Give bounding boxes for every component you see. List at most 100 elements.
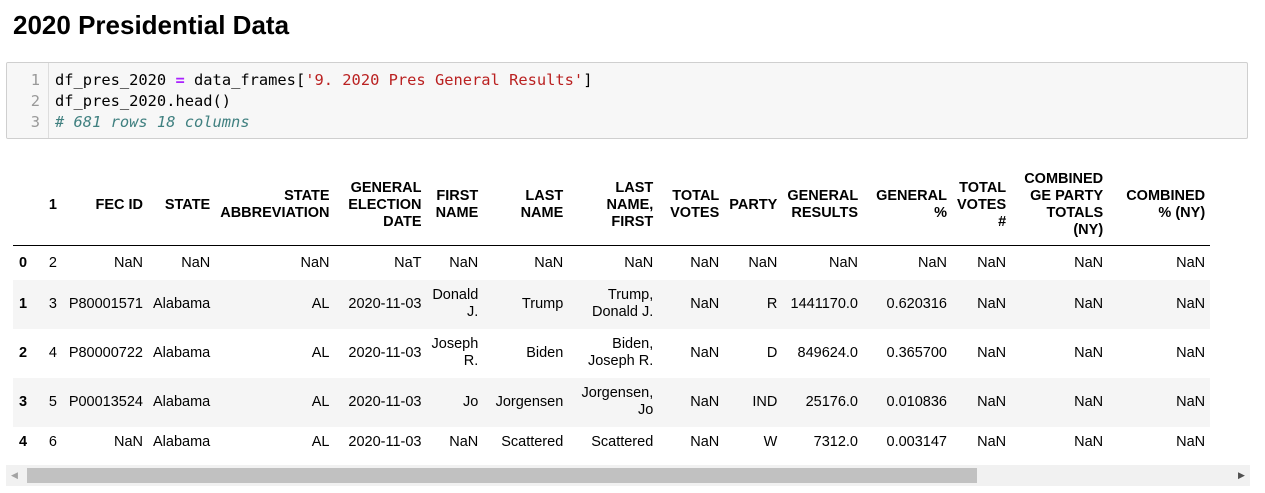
table-cell: NaN: [1074, 344, 1104, 361]
table-row: 1 3 P80001571 Alabama AL 2020-11-03 Donald J. T…: [13, 279, 1211, 329]
dataframe-table: 1 FEC ID STATE STATE ABBREVIATION GENERAL EL…: [13, 165, 1211, 459]
table-cell: Jorgensen, Jo: [581, 385, 654, 418]
table-cell: AL: [311, 434, 330, 450]
table-cell: Alabama: [153, 344, 211, 361]
notebook-heading: 2020 Presidential Data: [13, 10, 290, 40]
table-cell: R: [766, 295, 778, 312]
horizontal-scrollbar[interactable]: ◀ ▶: [6, 465, 1250, 486]
table-cell: NaN: [181, 255, 211, 272]
table-cell: 2020-11-03: [348, 295, 422, 312]
table-cell: P80001571: [68, 295, 143, 312]
table-cell: 7312.0: [813, 434, 858, 450]
column-header: TOTAL VOTES: [658, 165, 725, 246]
row-index: 1: [19, 295, 28, 312]
table-cell: AL: [311, 295, 330, 312]
table-cell: NaN: [690, 344, 720, 361]
code-token: ]: [583, 71, 593, 89]
column-header: STATE ABBREVIATION: [215, 165, 335, 246]
table-cell: NaN: [449, 255, 479, 272]
table-cell: Donald J.: [432, 287, 479, 320]
table-cell: Biden: [526, 344, 564, 361]
table-cell: NaT: [394, 255, 422, 272]
table-cell: 4: [48, 344, 57, 361]
table-cell: NaN: [624, 255, 654, 272]
table-cell: NaN: [748, 255, 778, 272]
table-cell: Trump, Donald J.: [592, 287, 654, 320]
code-token: df_pres_2020.head(): [55, 92, 232, 110]
table-cell: NaN: [1074, 295, 1104, 312]
table-cell: NaN: [977, 393, 1007, 410]
table-row: 0 2 NaN NaN NaN NaT NaN NaN NaN NaN NaN NaN NaN NaN Na…: [13, 246, 1210, 280]
code-token: df_pres_2020: [55, 71, 176, 89]
table-cell: Alabama: [153, 434, 211, 450]
table-cell: NaN: [113, 434, 143, 450]
table-cell: NaN: [690, 295, 720, 312]
column-header: TOTAL VOTES #: [952, 165, 1012, 246]
table-header-row: 1 FEC ID STATE STATE ABBREVIATION GENERAL EL…: [13, 165, 1211, 246]
table-row: 3 5 P00013524 Alabama AL 2020-11-03 Jo Jorgense…: [13, 377, 1211, 427]
table-cell: NaN: [977, 344, 1007, 361]
table-row: 4 6 NaN Alabama AL 2020-11-03 NaN Scattered Scat…: [13, 427, 1210, 459]
scrollbar-thumb[interactable]: [27, 468, 977, 483]
table-cell: 25176.0: [805, 393, 858, 410]
column-header: STATE: [148, 165, 216, 246]
table-cell: IND: [752, 393, 778, 410]
table-cell: Scattered: [501, 434, 564, 450]
table-cell: 3: [48, 295, 57, 312]
table-cell: NaN: [1176, 393, 1206, 410]
table-cell: NaN: [1176, 344, 1206, 361]
table-cell: NaN: [690, 255, 720, 272]
code-token: '9. 2020 Pres General Results': [305, 71, 584, 89]
table-cell: NaN: [977, 434, 1007, 450]
column-header: FIRST NAME: [426, 165, 484, 246]
column-header: [13, 165, 38, 246]
table-cell: Scattered: [591, 434, 654, 450]
line-number: 1: [30, 71, 40, 89]
table-cell: AL: [311, 344, 330, 361]
table-cell: 2: [48, 255, 57, 272]
table-cell: NaN: [917, 255, 947, 272]
table-cell: W: [763, 434, 778, 450]
column-header: GENERAL ELECTION DATE: [334, 165, 427, 246]
column-header: LAST NAME: [483, 165, 569, 246]
table-cell: 1441170.0: [790, 295, 858, 312]
table-cell: NaN: [113, 255, 143, 272]
table-cell: 0.365700: [886, 344, 947, 361]
column-header: LAST NAME, FIRST: [568, 165, 659, 246]
line-number: 3: [30, 113, 40, 131]
table-cell: Alabama: [153, 295, 211, 312]
table-cell: P80000722: [68, 344, 143, 361]
table-cell: Trump: [521, 295, 564, 312]
code-text[interactable]: # 681 rows 18 columns: [55, 112, 250, 133]
code-token: =: [175, 71, 185, 89]
table-cell: NaN: [977, 295, 1007, 312]
table-row: 2 4 P80000722 Alabama AL 2020-11-03 Joseph R. B…: [13, 329, 1210, 378]
table-cell: 2020-11-03: [348, 393, 422, 410]
table-cell: NaN: [690, 434, 720, 450]
code-token: data_frames[: [184, 71, 306, 89]
table-cell: NaN: [1176, 295, 1206, 312]
column-header: GENERAL RESULTS: [782, 165, 863, 246]
line-number: 2: [30, 92, 40, 110]
table-cell: NaN: [449, 434, 479, 450]
code-text[interactable]: df_pres_2020.head(): [55, 91, 231, 112]
code-text[interactable]: df_pres_2020 = data_frames['9. 2020 Pres…: [55, 70, 592, 91]
code-cell[interactable]: 1 df_pres_2020 = data_frames['9. 2020 Pre…: [6, 62, 1248, 139]
table-cell: NaN: [977, 255, 1007, 272]
table-cell: NaN: [300, 255, 330, 272]
row-index: 4: [19, 434, 28, 450]
scroll-left-arrow-icon[interactable]: ◀: [6, 465, 23, 486]
scroll-right-arrow-icon[interactable]: ▶: [1233, 465, 1250, 486]
row-index: 2: [19, 344, 28, 361]
table-cell: Biden, Joseph R.: [587, 336, 654, 369]
table-cell: 2020-11-03: [348, 434, 422, 450]
table-cell: NaN: [828, 255, 858, 272]
table-cell: 0.620316: [886, 295, 947, 312]
table-cell: NaN: [1074, 255, 1104, 272]
column-header: PARTY: [724, 165, 783, 246]
table-cell: 849624.0: [797, 344, 858, 361]
column-header: COMBINED GE PARTY TOTALS (NY): [1011, 165, 1109, 246]
table-cell: 5: [48, 393, 57, 410]
table-cell: Jorgensen: [495, 393, 564, 410]
table-cell: 0.010836: [886, 393, 947, 410]
